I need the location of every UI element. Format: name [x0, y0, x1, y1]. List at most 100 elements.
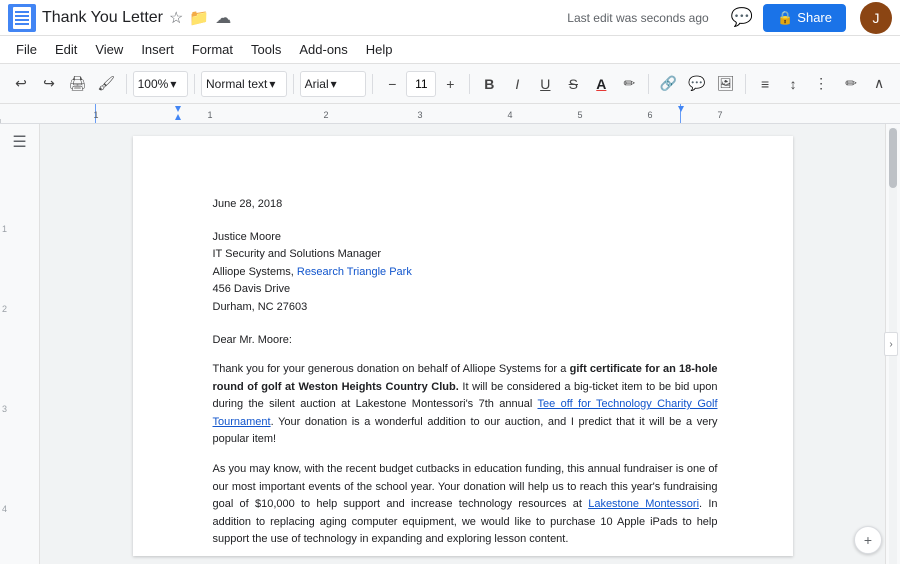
divider-2	[194, 74, 195, 94]
company-name: Alliope Systems,	[213, 266, 297, 278]
page-container[interactable]: June 28, 2018 Justice Moore IT Security …	[40, 124, 885, 564]
divider-1	[126, 74, 127, 94]
font-size-input[interactable]	[406, 71, 436, 97]
doc-icon	[8, 4, 36, 32]
last-edit-label: Last edit was seconds ago	[567, 11, 708, 25]
text-color-button[interactable]: A	[588, 70, 614, 98]
right-scrollbar-panel: ›	[885, 124, 900, 564]
zoom-to-fit-button[interactable]: +	[854, 526, 882, 554]
zoom-chevron: ▾	[170, 77, 176, 91]
svg-text:4: 4	[507, 110, 512, 120]
menu-edit[interactable]: Edit	[47, 38, 85, 61]
page-num-3: 3	[2, 404, 7, 414]
svg-text:3: 3	[417, 110, 422, 120]
collapse-panel-button[interactable]: ›	[884, 332, 898, 356]
zoom-select[interactable]: 100% ▾	[133, 71, 188, 97]
page-num-2: 2	[2, 304, 7, 314]
svg-text:1: 1	[93, 110, 98, 120]
bottom-bar: +	[854, 526, 882, 554]
menu-addons[interactable]: Add-ons	[291, 38, 355, 61]
font-select[interactable]: Arial ▾	[300, 71, 367, 97]
letter-address: Justice Moore IT Security and Solutions …	[213, 229, 718, 317]
font-chevron: ▾	[331, 77, 337, 91]
page-num-1: 1	[2, 224, 7, 234]
recipient-title: IT Security and Solutions Manager	[213, 246, 718, 264]
expand-toolbar-button[interactable]: ∧	[866, 70, 892, 98]
recipient-name: Justice Moore	[213, 229, 718, 247]
divider-5	[469, 74, 470, 94]
golf-tournament-link[interactable]: Tee off for Technology Charity Golf Tour…	[213, 398, 718, 428]
recipient-address: 456 Davis Drive	[213, 281, 718, 299]
menu-help[interactable]: Help	[358, 38, 401, 61]
ruler-svg: 1 1 2 3 4 5 6 7	[0, 104, 900, 124]
toolbar: ↩ ↪ 🖨 🖌 100% ▾ Normal text ▾ Arial ▾ − +…	[0, 64, 900, 104]
doc-icon-inner	[13, 7, 31, 29]
divider-7	[745, 74, 746, 94]
style-chevron: ▾	[269, 77, 275, 91]
undo-button[interactable]: ↩	[8, 70, 34, 98]
divider-4	[372, 74, 373, 94]
pencil-button[interactable]: ✏	[838, 70, 864, 98]
line-spacing-button[interactable]: ↕	[780, 70, 806, 98]
bold-button[interactable]: B	[476, 70, 502, 98]
font-size-container: − +	[379, 70, 463, 98]
paint-format-button[interactable]: 🖌	[93, 70, 120, 98]
star-icon[interactable]	[169, 8, 183, 28]
menu-tools[interactable]: Tools	[243, 38, 289, 61]
style-select[interactable]: Normal text ▾	[201, 71, 287, 97]
menu-file[interactable]: File	[8, 38, 45, 61]
folder-icon[interactable]: 📁	[189, 8, 209, 28]
letter-salutation: Dear Mr. Moore:	[213, 332, 718, 349]
more-options-button[interactable]: ⋮	[808, 70, 834, 98]
share-button[interactable]: 🔒 Share	[763, 4, 846, 32]
letter-date: June 28, 2018	[213, 196, 718, 213]
divider-3	[293, 74, 294, 94]
align-button[interactable]: ≡	[752, 70, 778, 98]
document-page: June 28, 2018 Justice Moore IT Security …	[133, 136, 793, 556]
image-button[interactable]: 🖼	[712, 70, 739, 98]
underline-button[interactable]: U	[532, 70, 558, 98]
inline-comment-button[interactable]: 💬	[684, 70, 711, 98]
menu-view[interactable]: View	[87, 38, 131, 61]
avatar[interactable]: J	[860, 2, 892, 34]
lakestone-link[interactable]: Lakestone Montessori	[588, 498, 699, 510]
page-num-4: 4	[2, 504, 7, 514]
font-size-decrease-button[interactable]: −	[379, 70, 405, 98]
ruler: 1 1 2 3 4 5 6 7	[0, 104, 900, 124]
menu-insert[interactable]: Insert	[133, 38, 182, 61]
research-triangle: Research Triangle Park	[297, 266, 412, 278]
font-value: Arial	[305, 77, 329, 91]
italic-button[interactable]: I	[504, 70, 530, 98]
recipient-city: Durham, NC 27603	[213, 299, 718, 317]
doc-outline-icon[interactable]: ☰	[12, 132, 26, 152]
document-title[interactable]: Thank You Letter	[42, 9, 163, 27]
share-label: Share	[797, 10, 832, 25]
divider-6	[648, 74, 649, 94]
svg-text:5: 5	[577, 110, 582, 120]
link-button[interactable]: 🔗	[655, 70, 682, 98]
scrollbar-thumb[interactable]	[889, 128, 897, 188]
svg-text:7: 7	[717, 110, 722, 120]
body-paragraph-1: Thank you for your generous donation on …	[213, 361, 718, 449]
strikethrough-button[interactable]: S	[560, 70, 586, 98]
title-bar: Thank You Letter 📁 Last edit was seconds…	[0, 0, 900, 36]
print-button[interactable]: 🖨	[64, 70, 91, 98]
menu-format[interactable]: Format	[184, 38, 241, 61]
recipient-company: Alliope Systems, Research Triangle Park	[213, 264, 718, 282]
svg-text:2: 2	[323, 110, 328, 120]
highlight-button[interactable]: ✏	[616, 70, 642, 98]
comment-button[interactable]: 💬	[727, 3, 757, 32]
zoom-value: 100%	[138, 77, 169, 91]
font-size-increase-button[interactable]: +	[437, 70, 463, 98]
style-value: Normal text	[206, 77, 267, 91]
lock-icon: 🔒	[777, 10, 793, 26]
svg-text:1: 1	[207, 110, 212, 120]
redo-button[interactable]: ↪	[36, 70, 62, 98]
doc-area: ☰ 1 2 3 4 June 28, 2018 Justice Moore IT…	[0, 124, 900, 564]
svg-text:6: 6	[647, 110, 652, 120]
cloud-icon[interactable]	[215, 8, 231, 28]
menu-bar: File Edit View Insert Format Tools Add-o…	[0, 36, 900, 64]
date-text: June 28, 2018	[213, 198, 283, 210]
body-paragraph-2: As you may know, with the recent budget …	[213, 461, 718, 549]
letter-body: Thank you for your generous donation on …	[213, 361, 718, 549]
